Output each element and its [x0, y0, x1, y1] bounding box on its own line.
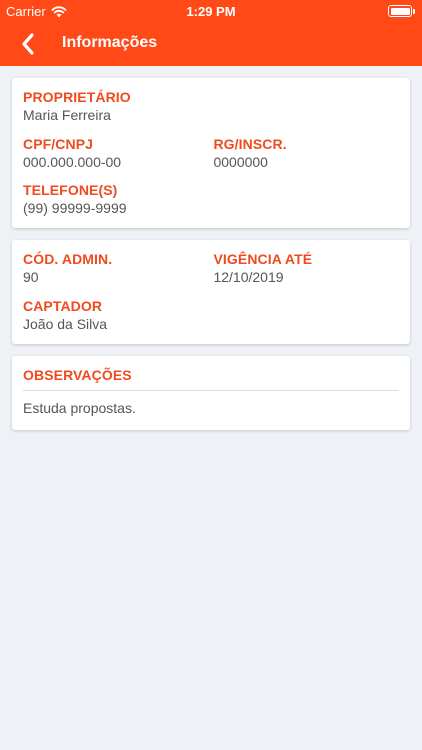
- owner-field: PROPRIETÁRIO Maria Ferreira: [23, 88, 399, 125]
- notes-divider: [23, 390, 399, 391]
- phone-field: TELEFONE(S) (99) 99999-9999: [23, 181, 399, 218]
- owner-label: PROPRIETÁRIO: [23, 89, 131, 105]
- owner-value: Maria Ferreira: [23, 107, 111, 123]
- admin-code-field: CÓD. ADMIN. 90: [23, 250, 213, 287]
- captator-value: João da Silva: [23, 316, 108, 332]
- captator-field: CAPTADOR João da Silva: [23, 297, 399, 334]
- validity-label: VIGÊNCIA ATÉ: [213, 251, 313, 267]
- battery-icon: [388, 5, 415, 17]
- phone-value: (99) 99999-9999: [23, 200, 127, 216]
- rg-value: 0000000: [213, 154, 268, 170]
- cpf-field: CPF/CNPJ 000.000.000-00: [23, 135, 213, 172]
- status-bar: Carrier 1:29 PM: [0, 0, 422, 22]
- chevron-left-icon: [22, 33, 34, 55]
- back-button[interactable]: [12, 28, 44, 60]
- app-header: Carrier 1:29 PM Informações: [0, 0, 422, 66]
- notes-card: OBSERVAÇÕES Estuda propostas.: [12, 356, 410, 430]
- admin-code-value: 90: [23, 269, 39, 285]
- navigation-bar: Informações: [0, 22, 422, 66]
- rg-label: RG/INSCR.: [213, 136, 287, 152]
- document-row: CPF/CNPJ 000.000.000-00 RG/INSCR. 000000…: [23, 135, 399, 172]
- notes-value: Estuda propostas.: [23, 400, 136, 416]
- phone-label: TELEFONE(S): [23, 182, 118, 198]
- admin-row: CÓD. ADMIN. 90 VIGÊNCIA ATÉ 12/10/2019: [23, 250, 399, 287]
- validity-value: 12/10/2019: [213, 269, 284, 285]
- content-area: PROPRIETÁRIO Maria Ferreira CPF/CNPJ 000…: [12, 78, 410, 442]
- clock: 1:29 PM: [186, 4, 236, 19]
- page-title: Informações: [62, 34, 158, 51]
- admin-code-label: CÓD. ADMIN.: [23, 251, 113, 267]
- rg-field: RG/INSCR. 0000000: [213, 135, 399, 172]
- validity-field: VIGÊNCIA ATÉ 12/10/2019: [213, 250, 399, 287]
- notes-label: OBSERVAÇÕES: [23, 367, 132, 383]
- admin-card: CÓD. ADMIN. 90 VIGÊNCIA ATÉ 12/10/2019 C…: [12, 240, 410, 344]
- owner-card: PROPRIETÁRIO Maria Ferreira CPF/CNPJ 000…: [12, 78, 410, 228]
- captator-label: CAPTADOR: [23, 298, 103, 314]
- cpf-label: CPF/CNPJ: [23, 136, 94, 152]
- cpf-value: 000.000.000-00: [23, 154, 122, 170]
